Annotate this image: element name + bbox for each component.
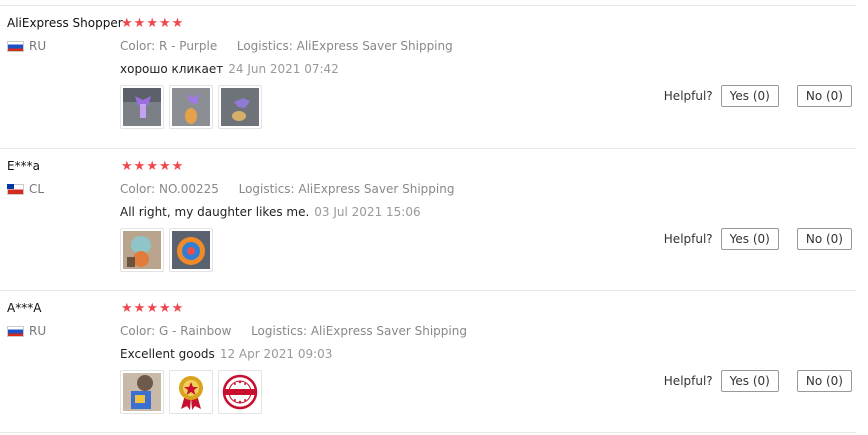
review-photo-thumbnail[interactable]	[169, 85, 213, 129]
logistics-label: Logistics:	[251, 324, 308, 338]
star-icon: ★	[158, 16, 171, 31]
product-photo	[172, 231, 210, 269]
helpful-label: Helpful?	[663, 232, 713, 246]
reviewer-name: E***a	[7, 159, 40, 173]
logistics-label: Logistics:	[236, 39, 293, 53]
review-content: хорошо кликает 24 Jun 2021 07:42	[120, 62, 339, 76]
review-text: All right, my daughter likes me.	[120, 205, 310, 219]
star-icon: ★	[171, 301, 184, 316]
helpful-label: Helpful?	[663, 374, 713, 388]
review-photo-thumbnail[interactable]	[120, 228, 164, 272]
chile-flag-icon	[7, 183, 24, 195]
logistics-label: Logistics:	[238, 182, 295, 196]
product-photo	[123, 88, 161, 126]
star-icon: ★	[133, 159, 146, 174]
review-photo-thumbnail[interactable]	[218, 85, 262, 129]
russia-flag-icon	[7, 325, 24, 337]
product-photo	[123, 231, 161, 269]
helpful-label: Helpful?	[663, 89, 713, 103]
review-date: 03 Jul 2021 15:06	[314, 205, 421, 219]
review-photo-thumbnail[interactable]	[120, 370, 164, 414]
reviewer-country: RU	[7, 39, 46, 53]
helpful-yes-button[interactable]: Yes (0)	[720, 85, 779, 107]
star-rating: ★ ★ ★ ★ ★	[121, 17, 183, 30]
review-content: Excellent goods 12 Apr 2021 09:03	[120, 347, 332, 361]
star-rating: ★ ★ ★ ★ ★	[121, 160, 183, 173]
star-icon: ★	[171, 159, 184, 174]
product-photo	[172, 88, 210, 126]
reviews-list: AliExpress Shopper RU ★ ★ ★ ★ ★ Color: R - P…	[0, 0, 868, 435]
review-photo-thumbnail[interactable]	[169, 370, 213, 414]
star-icon: ★	[146, 16, 158, 31]
divider	[0, 432, 856, 433]
reviewer-name: AliExpress Shopper	[7, 16, 123, 30]
review-content: All right, my daughter likes me. 03 Jul 2…	[120, 205, 421, 219]
star-icon: ★	[133, 16, 146, 31]
helpful-no-button[interactable]: No (0)	[796, 370, 852, 392]
review-photo-thumbnail[interactable]	[169, 228, 213, 272]
star-icon: ★	[146, 301, 158, 316]
star-icon: ★	[158, 159, 171, 174]
star-rating: ★ ★ ★ ★ ★	[121, 302, 183, 315]
country-code: RU	[29, 39, 47, 53]
helpful-yes-button[interactable]: Yes (0)	[720, 370, 779, 392]
reviewer-country: CL	[7, 182, 44, 196]
review-date: 24 Jun 2021 07:42	[228, 62, 339, 76]
color-value: R - Purple	[159, 39, 218, 53]
award-badge-icon	[172, 373, 210, 411]
product-photo	[123, 373, 161, 411]
helpful-vote: Helpful? Yes (0) No (0)	[664, 85, 852, 107]
color-label: Color:	[120, 324, 156, 338]
reviewer-name: A***A	[7, 301, 42, 315]
review-photo-thumbnail[interactable]	[218, 370, 262, 414]
country-code: RU	[29, 324, 47, 338]
review-meta: Color: NO.00225 Logistics: AliExpress Sa…	[120, 182, 454, 196]
russia-flag-icon	[7, 40, 24, 52]
country-code: CL	[29, 182, 45, 196]
helpful-vote: Helpful? Yes (0) No (0)	[664, 370, 852, 392]
review-text: хорошо кликает	[120, 62, 224, 76]
reviewer-country: RU	[7, 324, 46, 338]
helpful-no-button[interactable]: No (0)	[796, 85, 852, 107]
logistics-value: AliExpress Saver Shipping	[298, 182, 455, 196]
star-icon: ★	[121, 159, 133, 174]
review-photo-thumbnail[interactable]	[120, 85, 164, 129]
helpful-vote: Helpful? Yes (0) No (0)	[664, 228, 852, 250]
recommended-stamp-icon	[221, 373, 259, 411]
star-icon: ★	[133, 301, 146, 316]
review-date: 12 Apr 2021 09:03	[219, 347, 333, 361]
logistics-value: AliExpress Saver Shipping	[310, 324, 467, 338]
star-icon: ★	[146, 159, 158, 174]
helpful-yes-button[interactable]: Yes (0)	[720, 228, 779, 250]
star-icon: ★	[121, 301, 133, 316]
review-meta: Color: G - Rainbow Logistics: AliExpress…	[120, 324, 467, 338]
color-value: G - Rainbow	[159, 324, 232, 338]
review-photos	[120, 228, 213, 272]
color-label: Color:	[120, 182, 156, 196]
helpful-no-button[interactable]: No (0)	[796, 228, 852, 250]
review-photos	[120, 370, 262, 414]
star-icon: ★	[121, 16, 133, 31]
logistics-value: AliExpress Saver Shipping	[296, 39, 453, 53]
review-item: E***a CL ★ ★ ★ ★ ★ Color: NO.00225 Logistics…	[0, 149, 868, 292]
star-icon: ★	[158, 301, 171, 316]
review-text: Excellent goods	[120, 347, 215, 361]
review-item: A***A RU ★ ★ ★ ★ ★ Color: G - Rainbow Logist…	[0, 291, 868, 434]
product-photo	[221, 88, 259, 126]
review-photos	[120, 85, 262, 129]
color-value: NO.00225	[159, 182, 219, 196]
review-item: AliExpress Shopper RU ★ ★ ★ ★ ★ Color: R - P…	[0, 6, 868, 149]
color-label: Color:	[120, 39, 156, 53]
review-meta: Color: R - Purple Logistics: AliExpress …	[120, 39, 453, 53]
star-icon: ★	[171, 16, 184, 31]
